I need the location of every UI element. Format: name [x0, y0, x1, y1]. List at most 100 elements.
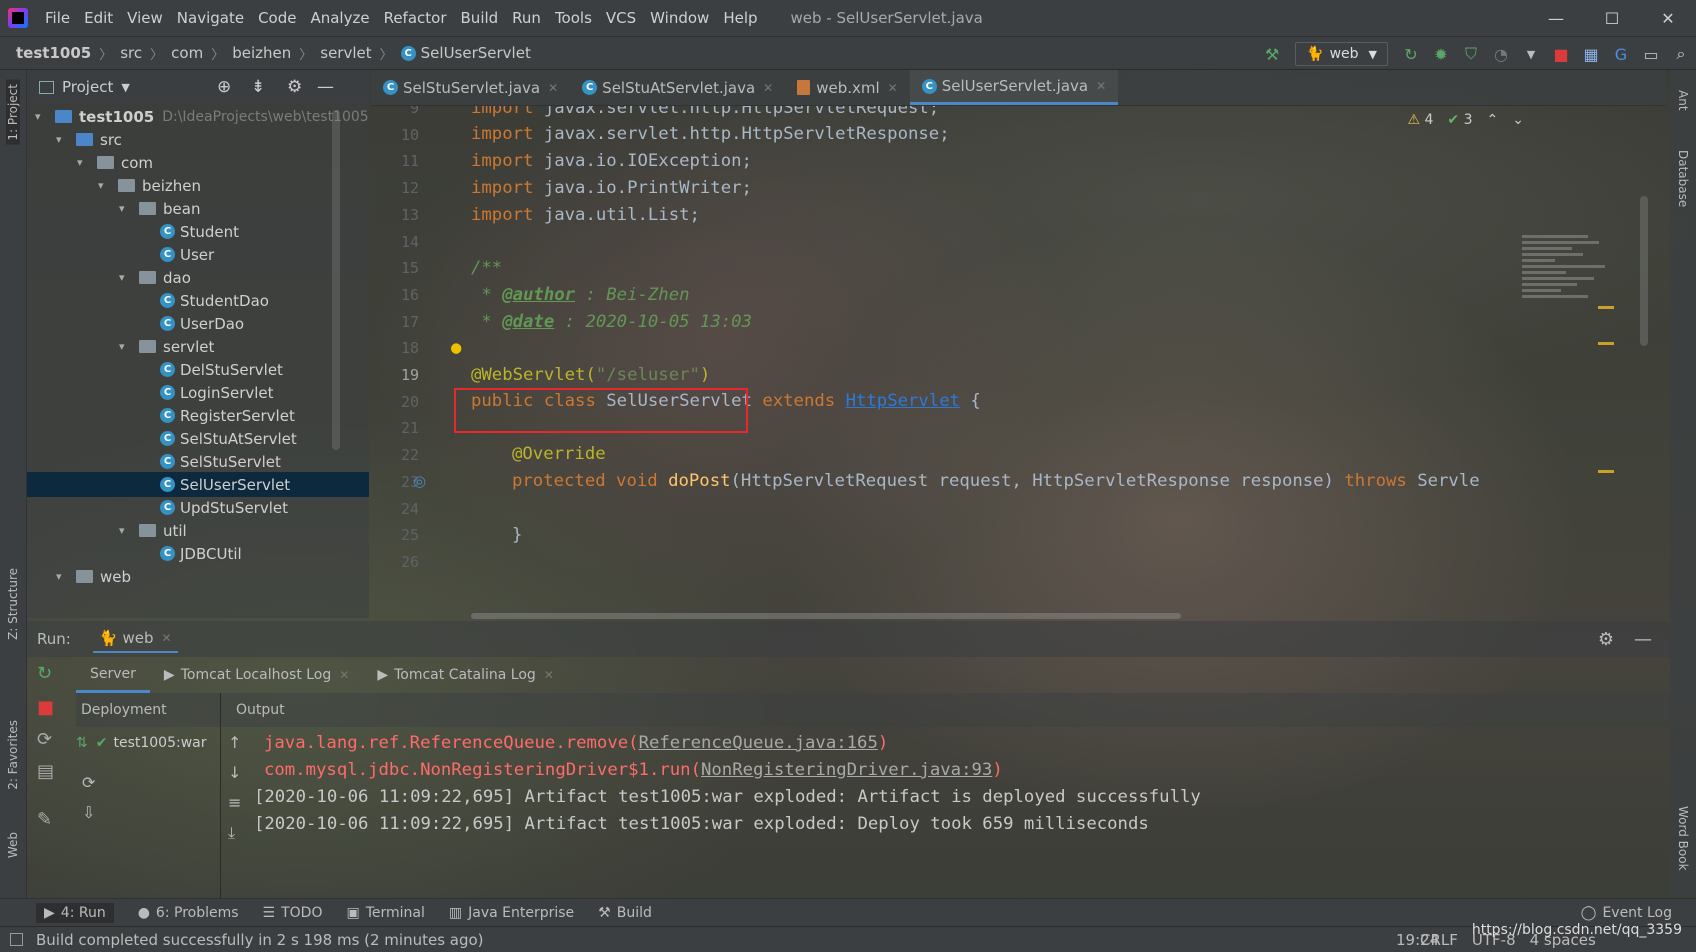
status-toggle-icon[interactable]: [10, 933, 23, 946]
close-icon[interactable]: ✕: [888, 81, 898, 95]
code-minimap[interactable]: [1522, 232, 1632, 352]
stop-icon[interactable]: ■: [1546, 45, 1576, 64]
menu-view[interactable]: View: [120, 9, 170, 27]
locate-icon[interactable]: ⊕: [217, 77, 231, 97]
menu-navigate[interactable]: Navigate: [170, 9, 251, 27]
tree-item[interactable]: ▾ bean: [27, 196, 369, 221]
hide-panel-icon[interactable]: —: [317, 77, 334, 97]
chevron-down-icon[interactable]: ▾: [56, 133, 70, 146]
chevron-down-icon[interactable]: ▾: [56, 570, 70, 583]
tree-item[interactable]: C StudentDao: [27, 288, 369, 313]
breadcrumb-com[interactable]: com: [171, 44, 203, 62]
warning-stripe-marker[interactable]: [1598, 470, 1614, 473]
menu-edit[interactable]: Edit: [77, 9, 120, 27]
hide-panel-icon[interactable]: —: [1634, 629, 1652, 650]
tree-item[interactable]: C Student: [27, 219, 369, 244]
code-editor[interactable]: ⚠ 4 ✔ 3 ⌃ ⌄ 9 10 11 12 13 14 15 16 17 18 19 20 21 22 2…: [371, 106, 1666, 621]
tree-item[interactable]: C DelStuServlet: [27, 357, 369, 382]
up-arrow-icon[interactable]: ↑: [228, 733, 241, 752]
stripe-web[interactable]: Web: [6, 832, 20, 858]
layout-icon[interactable]: ▤: [37, 761, 54, 782]
menu-run[interactable]: Run: [505, 9, 548, 27]
close-icon[interactable]: ✕: [1096, 79, 1106, 93]
toolwindow-terminal[interactable]: ▣ Terminal: [346, 905, 424, 921]
tab-localhost-log[interactable]: ▶ Tomcat Localhost Log ✕: [150, 657, 363, 693]
toolwindow-java-enterprise[interactable]: ▥ Java Enterprise: [449, 905, 574, 921]
gear-icon[interactable]: ⚙: [287, 77, 302, 97]
tab-catalina-log[interactable]: ▶ Tomcat Catalina Log ✕: [363, 657, 568, 693]
menu-window[interactable]: Window: [643, 9, 716, 27]
warning-stripe-marker[interactable]: [1598, 342, 1614, 345]
status-message[interactable]: Build completed successfully in 2 s 198 …: [36, 931, 484, 949]
chevron-down-icon[interactable]: ▾: [119, 271, 133, 284]
stripe-structure[interactable]: Z: Structure: [6, 568, 20, 640]
menu-tools[interactable]: Tools: [548, 9, 599, 27]
stripe-favorites[interactable]: 2: Favorites: [6, 720, 20, 790]
line-separator[interactable]: CRLF: [1420, 931, 1458, 949]
more-run-chevron-icon[interactable]: ▼: [1516, 48, 1546, 61]
tab-web-xml[interactable]: web.xml ✕: [785, 70, 910, 105]
tree-item[interactable]: ▾ web: [27, 564, 369, 589]
project-structure-icon[interactable]: ▦: [1576, 45, 1606, 64]
menu-analyze[interactable]: Analyze: [303, 9, 376, 27]
debug-icon[interactable]: ✹: [1426, 45, 1456, 64]
tree-item[interactable]: C LoginServlet: [27, 380, 369, 405]
rerun-icon[interactable]: ↻: [1396, 45, 1426, 64]
soft-wrap-icon[interactable]: ≡: [228, 793, 241, 812]
close-icon[interactable]: ✕: [548, 81, 558, 95]
redeploy-icon[interactable]: ⟳: [82, 773, 95, 792]
tree-item[interactable]: ▾ servlet: [27, 334, 369, 359]
toolwindow-run[interactable]: ▶ 4: Run: [36, 902, 114, 923]
tab-selstuatservlet[interactable]: C SelStuAtServlet.java ✕: [570, 70, 785, 105]
update-app-icon[interactable]: ⟳: [37, 729, 52, 750]
stripe-ant[interactable]: Ant: [1676, 90, 1690, 111]
tree-item[interactable]: C RegisterServlet: [27, 403, 369, 428]
tree-scrollbar[interactable]: [332, 110, 340, 450]
run-config-select[interactable]: 🐈 web ▼: [1295, 42, 1388, 66]
menu-help[interactable]: Help: [716, 9, 764, 27]
breadcrumb-class[interactable]: SelUserServlet: [421, 44, 531, 62]
tree-item[interactable]: C JDBCUtil: [27, 541, 369, 566]
gear-icon[interactable]: ⚙: [1598, 629, 1614, 650]
breadcrumb-project[interactable]: test1005: [16, 44, 91, 62]
menu-file[interactable]: File: [38, 9, 77, 27]
search-icon[interactable]: ⌕: [1666, 44, 1696, 64]
tab-selstuservlet[interactable]: C SelStuServlet.java ✕: [371, 70, 570, 105]
tree-item[interactable]: ▾ util: [27, 518, 369, 543]
stop-icon[interactable]: ■: [37, 697, 54, 718]
tree-item[interactable]: C UpdStuServlet: [27, 495, 369, 520]
tree-item[interactable]: C UserDao: [27, 311, 369, 336]
chevron-down-icon[interactable]: ▾: [98, 179, 112, 192]
pin-icon[interactable]: ✎: [37, 809, 52, 830]
rerun-icon[interactable]: ↻: [37, 663, 52, 684]
event-log-button[interactable]: ◯ Event Log: [1581, 905, 1672, 921]
console-output[interactable]: java.lang.ref.ReferenceQueue.remove(Refe…: [258, 727, 1668, 897]
tree-item[interactable]: ▾ src: [27, 127, 369, 152]
chevron-down-icon[interactable]: ▾: [35, 110, 49, 123]
tab-server[interactable]: Server: [76, 657, 150, 693]
minimize-button[interactable]: —: [1528, 0, 1584, 36]
scroll-to-end-icon[interactable]: ⤓: [228, 823, 235, 843]
maximize-button[interactable]: ☐: [1584, 0, 1640, 36]
breadcrumb-src[interactable]: src: [120, 44, 142, 62]
tab-seluserservlet[interactable]: C SelUserServlet.java ✕: [909, 70, 1119, 105]
toolwindow-problems[interactable]: ● 6: Problems: [138, 905, 239, 921]
coverage-icon[interactable]: ⛉: [1456, 44, 1486, 64]
tree-item[interactable]: C SelStuServlet: [27, 449, 369, 474]
close-icon[interactable]: ✕: [763, 81, 773, 95]
chevron-down-icon[interactable]: ▾: [119, 202, 133, 215]
run-tab-web[interactable]: 🐈 web ✕: [92, 625, 178, 653]
chevron-down-icon[interactable]: ▾: [119, 524, 133, 537]
breadcrumb-beizhen[interactable]: beizhen: [232, 44, 291, 62]
translate-icon[interactable]: G: [1606, 45, 1636, 64]
close-icon[interactable]: ✕: [544, 668, 554, 682]
undeploy-icon[interactable]: ⇩: [82, 803, 95, 822]
override-gutter-icon[interactable]: ◎: [413, 472, 426, 490]
toolwindow-build[interactable]: ⚒ Build: [598, 905, 652, 921]
tree-item[interactable]: ▾ beizhen: [27, 173, 369, 198]
tree-item[interactable]: C SelUserServlet: [27, 472, 369, 497]
menu-refactor[interactable]: Refactor: [377, 9, 454, 27]
close-icon[interactable]: ✕: [339, 668, 349, 682]
down-arrow-icon[interactable]: ↓: [228, 763, 241, 782]
menu-vcs[interactable]: VCS: [599, 9, 643, 27]
